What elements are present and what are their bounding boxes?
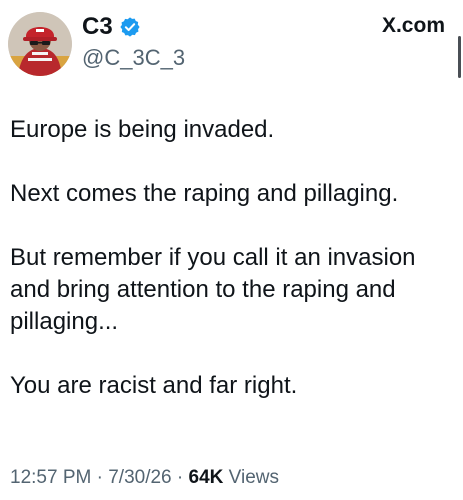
- scrollbar[interactable]: [458, 36, 461, 78]
- name-row: C3: [82, 12, 185, 42]
- tweet-paragraph: Europe is being invaded.: [10, 116, 275, 143]
- meta-separator: ·: [96, 467, 103, 488]
- tweet-paragraph: But remember if you call it an invasion …: [10, 244, 416, 335]
- brand-label: X.com: [381, 14, 445, 37]
- tweet-paragraph: You are racist and far right.: [10, 372, 298, 399]
- tweet-date[interactable]: 7/30/26: [108, 467, 171, 488]
- author-block: C3 @C_3C_3: [82, 12, 185, 76]
- tweet-paragraph: Next comes the raping and pillaging.: [10, 180, 399, 207]
- meta-separator: ·: [176, 467, 184, 488]
- avatar[interactable]: [8, 12, 72, 76]
- tweet-text: Europe is being invaded. Next comes the …: [10, 114, 450, 434]
- handle[interactable]: @C_3C_3: [82, 44, 185, 72]
- avatar-image: [8, 12, 72, 76]
- tweet-meta: 12:57 PM · 7/30/26 · 64K Views: [10, 466, 279, 490]
- tweet-card: C3 @C_3C_3 X.com Europe is being invaded…: [0, 0, 463, 500]
- verified-badge-icon: [119, 16, 141, 38]
- views-label: Views: [228, 467, 279, 488]
- display-name[interactable]: C3: [82, 12, 113, 42]
- views-count: 64K: [188, 467, 224, 488]
- tweet-time[interactable]: 12:57 PM: [10, 467, 91, 488]
